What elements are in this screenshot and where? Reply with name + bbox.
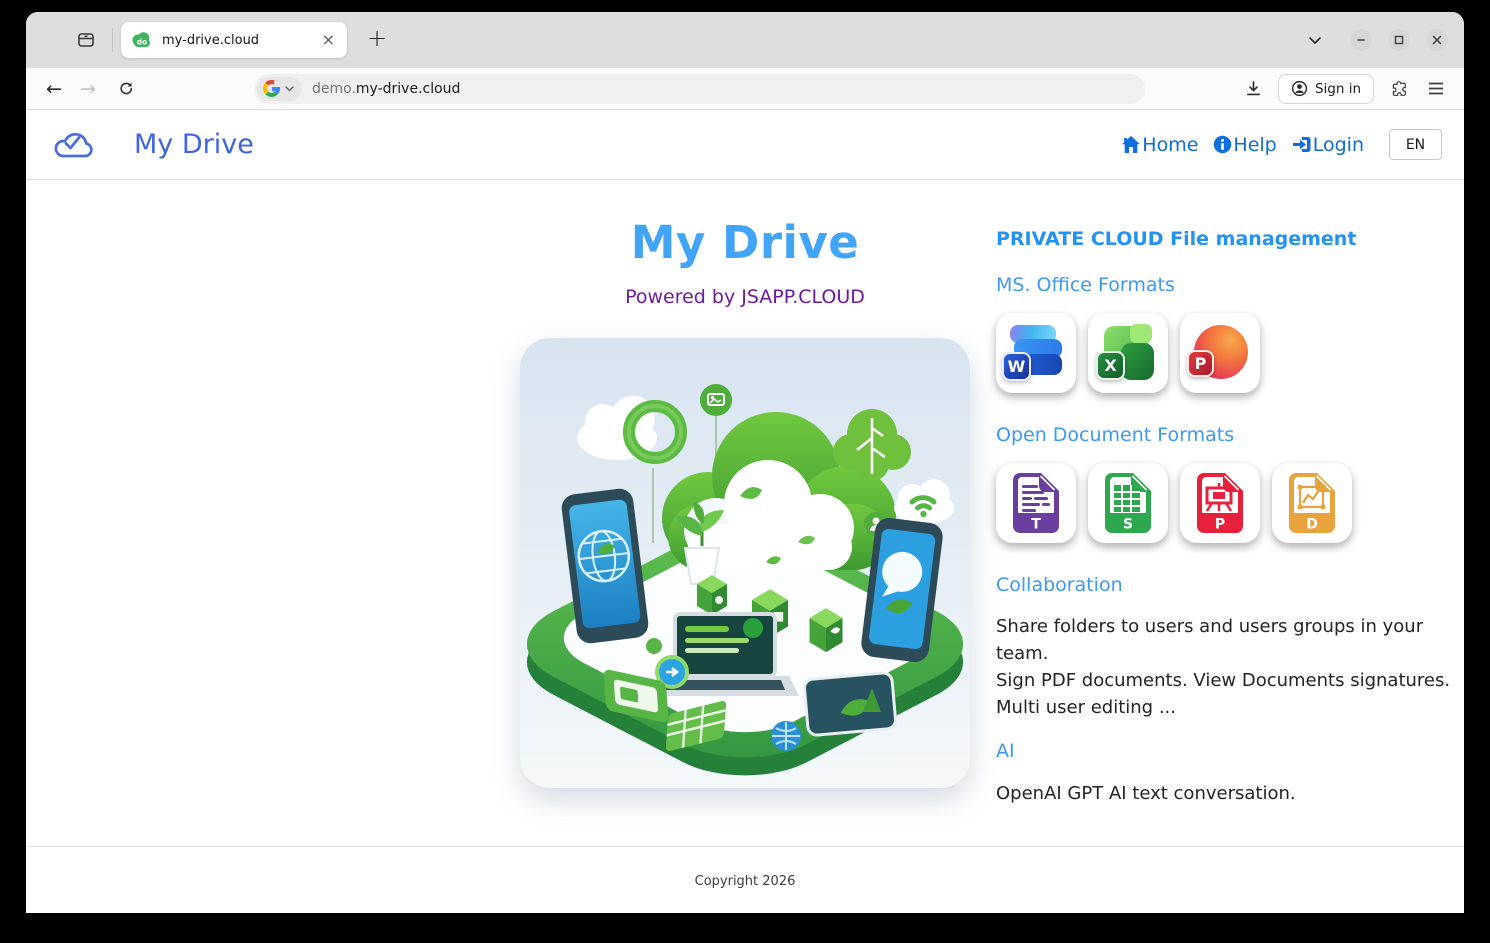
office-formats-label: MS. Office Formats bbox=[996, 274, 1462, 296]
word-badge: W bbox=[1002, 352, 1031, 381]
features-column: PRIVATE CLOUD File management MS. Office… bbox=[996, 228, 1462, 804]
ods-spreadsheet-file-icon: S bbox=[1088, 463, 1168, 543]
firefox-view-icon bbox=[77, 31, 95, 49]
browser-window: do my-drive.cloud × + ← → bbox=[26, 12, 1464, 913]
odp-presentation-file-icon: P bbox=[1180, 463, 1260, 543]
toolbar-right: Sign in bbox=[1240, 74, 1450, 104]
cloud-illustration-image bbox=[520, 338, 970, 788]
url-prefix: demo. bbox=[312, 81, 356, 97]
site-footer: Copyright 2026 bbox=[26, 846, 1464, 913]
tab-favicon-cloud-icon: do bbox=[131, 32, 153, 48]
account-icon bbox=[1291, 80, 1308, 97]
list-tabs-button[interactable] bbox=[1308, 36, 1322, 45]
chevron-down-icon bbox=[1308, 36, 1322, 45]
url-text: demo.my-drive.cloud bbox=[312, 81, 460, 97]
page-body: My Drive Home Help bbox=[26, 110, 1464, 913]
footer-copyright: Copyright 2026 bbox=[695, 874, 796, 913]
firefox-view-button[interactable] bbox=[70, 24, 102, 56]
svg-text:S: S bbox=[1123, 517, 1133, 533]
odt-text-file-icon: T bbox=[996, 463, 1076, 543]
close-icon bbox=[1432, 35, 1442, 45]
reload-icon bbox=[118, 80, 135, 97]
maximize-button[interactable] bbox=[1388, 29, 1410, 51]
reload-button[interactable] bbox=[110, 74, 142, 104]
svg-text:P: P bbox=[1215, 517, 1225, 533]
back-button[interactable]: ← bbox=[38, 74, 70, 104]
collaboration-line-1: Share folders to users and users groups … bbox=[996, 613, 1462, 667]
excel-icon: X bbox=[1088, 313, 1168, 393]
word-icon: W bbox=[996, 313, 1076, 393]
maximize-icon bbox=[1394, 35, 1404, 45]
navigation-toolbar: ← → demo.my-drive.cloud bbox=[26, 68, 1464, 110]
site-header: My Drive Home Help bbox=[26, 110, 1464, 180]
search-engine-chip[interactable] bbox=[257, 77, 302, 101]
odf-icon-row: T S bbox=[996, 463, 1462, 543]
downloads-button[interactable] bbox=[1240, 75, 1268, 103]
hero-title: My Drive bbox=[520, 216, 970, 269]
site-nav: Home Help Login EN bbox=[1121, 129, 1452, 160]
features-heading: PRIVATE CLOUD File management bbox=[996, 228, 1462, 250]
window-controls bbox=[1350, 29, 1448, 51]
extensions-button[interactable] bbox=[1384, 75, 1412, 103]
url-host: my-drive.cloud bbox=[356, 81, 461, 97]
ai-label: AI bbox=[996, 740, 1462, 762]
nav-help[interactable]: Help bbox=[1213, 134, 1276, 156]
svg-text:do: do bbox=[137, 37, 148, 46]
home-icon bbox=[1121, 135, 1141, 154]
login-icon bbox=[1292, 135, 1312, 154]
office-icon-row: W X P bbox=[996, 313, 1462, 393]
download-icon bbox=[1245, 80, 1262, 97]
powerpoint-icon: P bbox=[1180, 313, 1260, 393]
svg-text:T: T bbox=[1031, 517, 1041, 533]
hero: My Drive Powered by JSAPP.CLOUD bbox=[520, 216, 970, 308]
sign-in-label: Sign in bbox=[1315, 81, 1361, 97]
illustration bbox=[520, 338, 970, 788]
nav-home[interactable]: Home bbox=[1121, 134, 1198, 156]
hero-subtitle: Powered by JSAPP.CLOUD bbox=[520, 286, 970, 308]
language-select[interactable]: EN bbox=[1389, 129, 1442, 160]
odg-drawing-file-icon: D bbox=[1272, 463, 1352, 543]
collaboration-line-3: Multi user editing ... bbox=[996, 694, 1462, 721]
nav-login-label: Login bbox=[1313, 134, 1364, 156]
forward-button[interactable]: → bbox=[72, 74, 104, 104]
minimize-button[interactable] bbox=[1350, 29, 1372, 51]
powerpoint-badge: P bbox=[1187, 350, 1214, 377]
collaboration-text: Share folders to users and users groups … bbox=[996, 613, 1462, 721]
tab[interactable]: do my-drive.cloud × bbox=[121, 22, 347, 58]
hamburger-icon bbox=[1428, 82, 1444, 95]
chevron-down-icon bbox=[285, 86, 294, 92]
menu-button[interactable] bbox=[1422, 75, 1450, 103]
cloud-check-logo-icon[interactable] bbox=[50, 129, 96, 161]
tab-close-button[interactable]: × bbox=[318, 32, 339, 48]
brand-title[interactable]: My Drive bbox=[134, 129, 254, 160]
nav-help-label: Help bbox=[1233, 134, 1276, 156]
tab-title: my-drive.cloud bbox=[162, 33, 318, 48]
close-button[interactable] bbox=[1426, 29, 1448, 51]
excel-badge: X bbox=[1096, 351, 1125, 380]
puzzle-icon bbox=[1390, 80, 1407, 97]
nav-home-label: Home bbox=[1142, 134, 1198, 156]
svg-text:D: D bbox=[1306, 517, 1318, 533]
nav-login[interactable]: Login bbox=[1292, 134, 1364, 156]
tab-bar: do my-drive.cloud × + bbox=[26, 12, 1464, 68]
odf-label: Open Document Formats bbox=[996, 424, 1462, 446]
main-content: My Drive Powered by JSAPP.CLOUD bbox=[26, 180, 1464, 846]
google-icon bbox=[263, 80, 280, 97]
address-bar[interactable]: demo.my-drive.cloud bbox=[254, 74, 1145, 104]
info-icon bbox=[1213, 135, 1232, 154]
ai-text: OpenAI GPT AI text conversation. bbox=[996, 783, 1462, 804]
collaboration-line-2: Sign PDF documents. View Documents signa… bbox=[996, 667, 1462, 694]
collaboration-label: Collaboration bbox=[996, 574, 1462, 596]
minimize-icon bbox=[1356, 35, 1366, 45]
new-tab-button[interactable]: + bbox=[361, 26, 393, 54]
tab-separator bbox=[112, 28, 113, 52]
sign-in-button[interactable]: Sign in bbox=[1278, 74, 1374, 104]
